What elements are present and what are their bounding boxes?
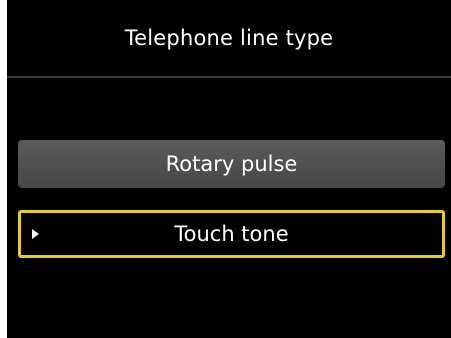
option-label: Touch tone: [174, 222, 289, 246]
screen-header: Telephone line type: [7, 0, 451, 76]
screen-title: Telephone line type: [124, 26, 334, 50]
header-divider: [7, 76, 451, 78]
option-rotary-pulse[interactable]: Rotary pulse: [18, 140, 445, 188]
selection-cursor-icon: [32, 229, 39, 239]
option-touch-tone[interactable]: Touch tone: [18, 210, 445, 258]
option-label: Rotary pulse: [165, 152, 298, 176]
lcd-screen: Telephone line type Rotary pulse Touch t…: [7, 0, 451, 338]
